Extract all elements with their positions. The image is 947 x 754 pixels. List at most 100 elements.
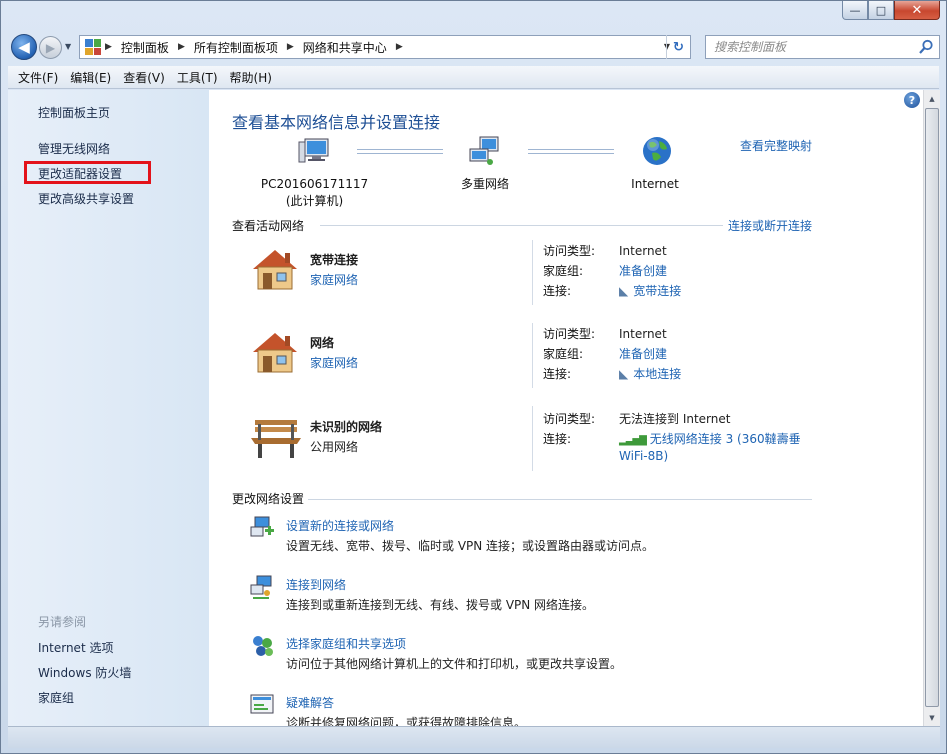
new-connection-icon [250,516,274,537]
maximize-button[interactable]: □ [868,1,894,20]
breadcrumb-separator[interactable]: ▶ [105,42,112,52]
task-description: 访问位于其他网络计算机上的文件和打印机，或更改共享设置。 [286,657,623,671]
control-panel-icon [85,39,101,55]
breadcrumb: ▶ 控制面板 ▶ 所有控制面板项 ▶ 网络和共享中心 ▶ [105,39,412,56]
refresh-button[interactable]: ↻ [666,35,690,59]
network-broadband: 宽带连接 家庭网络 [249,247,539,307]
task-description: 设置无线、宽带、拨号、临时或 VPN 连接；或设置路由器或访问点。 [286,539,655,553]
window: — □ ✕ ◀ ▶ ▼ ▶ 控制面板 ▶ 所有控制面板项 ▶ 网络和共享中心 ▶… [0,0,947,754]
access-type-value: Internet [619,327,667,341]
back-button[interactable]: ◀ [11,34,37,60]
network-name: 网络 [310,336,335,350]
sidebar-manage-wireless-link[interactable]: 管理无线网络 [38,140,110,157]
pc-subtitle: (此计算机) [285,194,344,208]
home-network-icon [253,250,297,290]
computer-icon [298,138,329,163]
main-content: ? 查看基本网络信息并设置连接 查看完整映射 PC201606171117 (此… [209,90,923,726]
view-full-map-link[interactable]: 查看完整映射 [740,137,812,154]
scroll-up-button[interactable]: ▲ [924,90,940,107]
menu-edit[interactable]: 编辑(E) [64,69,117,86]
network-type-link[interactable]: 家庭网络 [310,271,358,288]
sidebar-firewall-link[interactable]: Windows 防火墙 [38,664,131,681]
scroll-down-button[interactable]: ▼ [924,709,940,726]
wireless-connection-link-line2[interactable]: WiFi-8B) [619,449,668,463]
sidebar-advanced-sharing-link[interactable]: 更改高级共享设置 [38,190,134,207]
sidebar-internet-options-link[interactable]: Internet 选项 [38,639,113,656]
vertical-scrollbar[interactable]: ▲ ▼ [923,90,940,726]
node-internet: Internet [631,177,679,191]
connect-to-network-link[interactable]: 连接到网络 [286,576,346,593]
active-networks-heading: 查看活动网络 [232,219,305,233]
scroll-thumb[interactable] [925,108,939,707]
connection-line [357,149,443,154]
address-bar[interactable]: ▶ 控制面板 ▶ 所有控制面板项 ▶ 网络和共享中心 ▶ ▼ ↻ [79,35,691,59]
connection-link[interactable]: 本地连接 [633,367,681,381]
navigation-bar: ◀ ▶ ▼ ▶ 控制面板 ▶ 所有控制面板项 ▶ 网络和共享中心 ▶ ▼ ↻ [9,31,940,61]
network-name: 宽带连接 [310,253,359,267]
connect-disconnect-link[interactable]: 连接或断开连接 [728,217,812,234]
vertical-divider [532,323,533,388]
network-lan: 网络 家庭网络 [249,330,539,390]
homegroup-link[interactable]: 准备创建 [619,347,667,361]
breadcrumb-all-items[interactable]: 所有控制面板项 [194,39,278,56]
search-box[interactable] [705,35,940,59]
recent-pages-dropdown[interactable]: ▼ [65,42,71,51]
network-type-link[interactable]: 家庭网络 [310,354,358,371]
wifi-signal-icon: ▂▃▅▇ [619,435,647,446]
troubleshoot-icon [250,694,274,714]
connection-label: 连接: [543,367,572,381]
breadcrumb-separator[interactable]: ▶ [287,42,294,52]
menu-bar: 文件(F) 编辑(E) 查看(V) 工具(T) 帮助(H) [8,66,939,89]
connection-line [528,149,614,154]
network-broadband-details: 访问类型: Internet 家庭组: 准备创建 连接: ◣ 宽带连接 [543,241,681,301]
help-icon[interactable]: ? [904,92,920,108]
connection-label: 连接: [543,284,572,298]
menu-file[interactable]: 文件(F) [12,69,64,86]
page-title: 查看基本网络信息并设置连接 [232,113,441,132]
close-button[interactable]: ✕ [894,1,940,20]
network-unidentified-details: 访问类型: 无法连接到 Internet 连接: ▂▃▅▇ 无线网络连接 3 (360… [543,409,801,451]
setup-connection-link[interactable]: 设置新的连接或网络 [286,517,394,534]
wireless-connection-link[interactable]: 无线网络连接 3 (360韃壽垂 [650,432,801,446]
breadcrumb-control-panel[interactable]: 控制面板 [121,39,169,56]
public-network-bench-icon [251,420,301,458]
multiple-networks-icon [469,136,499,165]
breadcrumb-network-center[interactable]: 网络和共享中心 [303,39,387,56]
homegroup-link[interactable]: 准备创建 [619,264,667,278]
access-type-label: 访问类型: [543,244,596,258]
network-unidentified: 未识别的网络 公用网络 [249,414,539,474]
caption-buttons: — □ ✕ [842,1,940,20]
see-also-heading: 另请参阅 [38,615,87,629]
network-type: 公用网络 [310,440,359,454]
menu-tools[interactable]: 工具(T) [171,69,224,86]
menu-view[interactable]: 查看(V) [117,69,171,86]
dialup-icon: ◣ [619,284,629,298]
task-description: 连接到或重新连接到无线、有线、拨号或 VPN 网络连接。 [286,598,595,612]
access-type-label: 访问类型: [543,327,596,341]
troubleshoot-link[interactable]: 疑难解答 [286,694,334,711]
connection-link[interactable]: 宽带连接 [633,284,681,298]
node-this-pc: PC201606171117 (此计算机) [257,176,372,210]
breadcrumb-separator[interactable]: ▶ [178,42,185,52]
breadcrumb-separator[interactable]: ▶ [396,42,403,52]
pc-name: PC201606171117 [260,177,369,191]
network-lan-details: 访问类型: Internet 家庭组: 准备创建 连接: ◣ 本地连接 [543,324,681,384]
homegroup-label: 家庭组: [543,264,584,278]
sidebar-home-link[interactable]: 控制面板主页 [38,104,110,121]
sidebar-homegroup-link[interactable]: 家庭组 [38,689,74,706]
minimize-button[interactable]: — [842,1,868,20]
homegroup-sharing-link[interactable]: 选择家庭组和共享选项 [286,635,406,652]
network-name: 未识别的网络 [310,420,383,434]
status-bar [8,726,940,748]
vertical-divider [532,240,533,305]
menu-help[interactable]: 帮助(H) [224,69,278,86]
globe-icon [643,137,671,165]
change-settings-heading: 更改网络设置 [232,492,305,506]
access-type-label: 访问类型: [543,412,596,426]
search-icon[interactable] [918,39,934,55]
section-divider [308,499,812,500]
highlight-annotation [24,161,151,184]
connect-to-network-icon [250,575,272,599]
search-input[interactable] [714,40,914,54]
forward-button[interactable]: ▶ [39,36,62,59]
